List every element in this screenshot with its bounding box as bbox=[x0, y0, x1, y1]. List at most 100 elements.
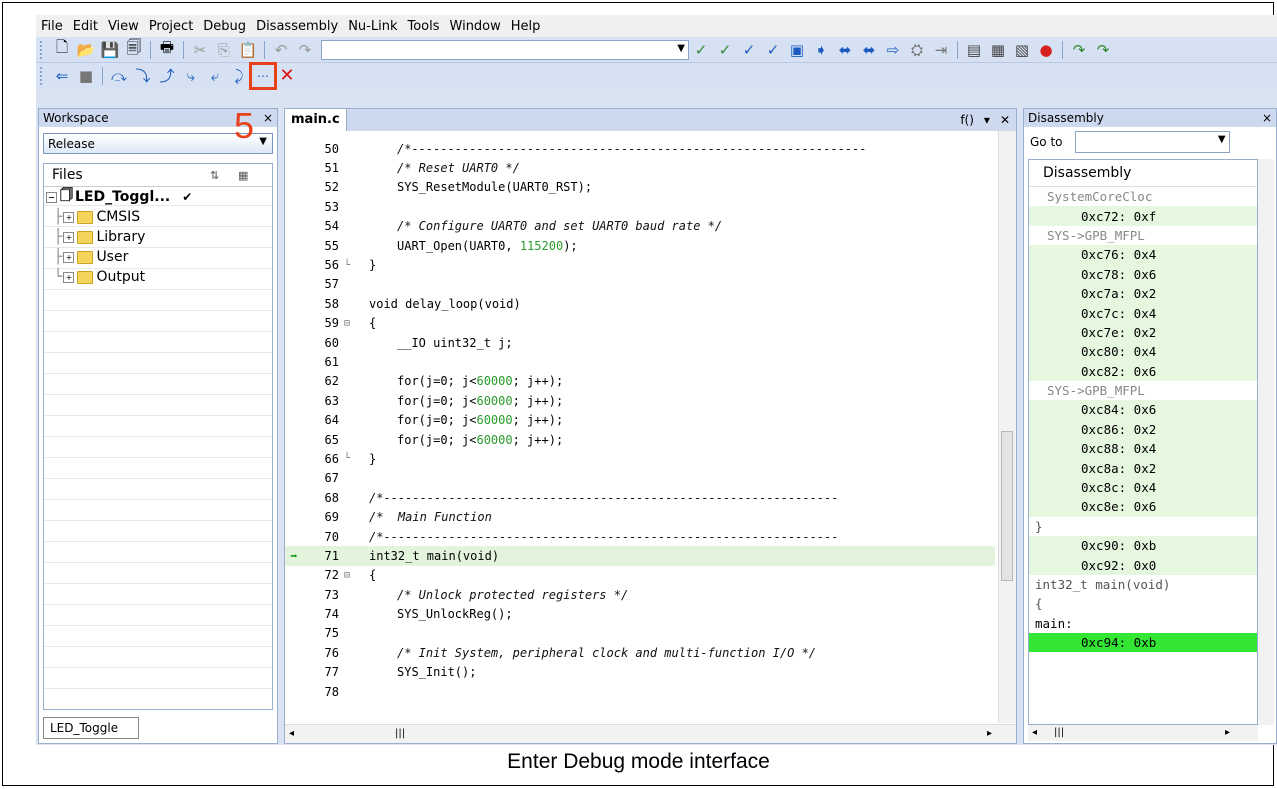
code-line[interactable]: 68 /*------------------------------------… bbox=[285, 488, 995, 507]
disassembly-row[interactable]: 0xc76: 0x4 bbox=[1029, 245, 1257, 265]
step-over-icon[interactable]: ↷ bbox=[1068, 39, 1090, 61]
menu-window[interactable]: Window bbox=[445, 19, 506, 34]
disassembly-row[interactable]: 0xc8e: 0x6 bbox=[1029, 497, 1257, 517]
code-line[interactable]: 67 bbox=[285, 469, 995, 488]
disassembly-row[interactable]: 0xc92: 0x0 bbox=[1029, 555, 1257, 575]
disassembly-row[interactable]: 0xc84: 0x6 bbox=[1029, 400, 1257, 420]
menu-debug[interactable]: Debug bbox=[198, 19, 251, 34]
tree-item-project[interactable]: − 🗍 LED_Toggl... ✔ bbox=[44, 187, 272, 207]
disassembly-row[interactable]: { bbox=[1029, 594, 1257, 613]
save-all-icon[interactable]: 🗐 bbox=[123, 38, 145, 61]
code-line[interactable]: 65 for(j=0; j<60000; j++); bbox=[285, 430, 995, 449]
menu-view[interactable]: View bbox=[103, 19, 144, 34]
current-instruction-row[interactable]: 0xc94: 0xb bbox=[1029, 632, 1257, 653]
expand-icon[interactable]: + bbox=[63, 211, 75, 223]
print-icon[interactable]: 🖶 bbox=[156, 38, 178, 61]
build-icon[interactable]: ⬌ bbox=[834, 39, 856, 61]
code-line[interactable]: 53 bbox=[285, 197, 995, 216]
stop-debug-icon[interactable]: ✕ bbox=[276, 65, 298, 87]
disassembly-row[interactable]: 0xc88: 0x4 bbox=[1029, 439, 1257, 459]
code-line[interactable]: 52 SYS_ResetModule(UART0_RST); bbox=[285, 178, 995, 197]
scroll-thumb[interactable] bbox=[1001, 431, 1013, 581]
disassembly-row[interactable]: 0xc78: 0x6 bbox=[1029, 264, 1257, 284]
menu-tools[interactable]: Tools bbox=[402, 19, 444, 34]
find-combo[interactable]: ▼ bbox=[321, 39, 689, 60]
step-into-icon[interactable]: ⤵ bbox=[132, 65, 154, 87]
horizontal-scrollbar[interactable]: ◂ ||| ▸ bbox=[1028, 725, 1258, 741]
disassembly-row[interactable]: 0xc7c: 0x4 bbox=[1029, 303, 1257, 323]
vertical-scrollbar[interactable] bbox=[998, 131, 1016, 723]
expand-icon[interactable]: + bbox=[63, 271, 75, 283]
disassembly-row[interactable]: int32_t main(void) bbox=[1029, 575, 1257, 594]
code-line[interactable]: 54 /* Configure UART0 and set UART0 baud … bbox=[285, 217, 995, 236]
code-line[interactable]: 63 for(j=0; j<60000; j++); bbox=[285, 391, 995, 410]
code-line[interactable]: 64 for(j=0; j<60000; j++); bbox=[285, 410, 995, 429]
save-icon[interactable]: 💾 bbox=[99, 39, 121, 61]
clear-bookmarks-icon[interactable]: ✓ bbox=[762, 39, 784, 61]
code-line[interactable]: 58 void delay_loop(void) bbox=[285, 294, 995, 313]
fold-icon[interactable]: └ bbox=[339, 453, 355, 464]
function-list[interactable]: f() bbox=[960, 113, 974, 127]
options-icon[interactable]: ▦ bbox=[238, 169, 248, 182]
code-line[interactable]: 55 UART_Open(UART0, 115200); bbox=[285, 236, 995, 255]
disassembly-row[interactable]: SystemCoreCloc bbox=[1029, 187, 1257, 206]
disassembly-row[interactable]: } bbox=[1029, 517, 1257, 536]
chevron-down-icon[interactable]: ▾ bbox=[984, 113, 990, 127]
code-line[interactable]: 70 /*------------------------------------… bbox=[285, 527, 995, 546]
expand-icon[interactable]: + bbox=[63, 231, 75, 243]
fold-icon[interactable]: ⊟ bbox=[339, 318, 355, 329]
code-line[interactable]: 51 /* Reset UART0 */ bbox=[285, 158, 995, 177]
disassembly-row[interactable]: 0xc80: 0x4 bbox=[1029, 342, 1257, 362]
code-line[interactable]: 75 bbox=[285, 624, 995, 643]
undo-icon[interactable]: ↶ bbox=[270, 39, 292, 61]
disassembly-row[interactable]: 0xc86: 0x2 bbox=[1029, 419, 1257, 440]
code-line[interactable]: 60 __IO uint32_t j; bbox=[285, 333, 995, 352]
close-icon[interactable]: ✕ bbox=[1000, 113, 1010, 127]
sort-icon[interactable]: ⇅ bbox=[210, 169, 219, 182]
fold-icon[interactable]: └ bbox=[339, 260, 355, 271]
halt-icon[interactable]: ■ bbox=[75, 65, 97, 87]
step-instruction-icon[interactable]: ⋯ bbox=[249, 61, 277, 90]
toolbar-grip[interactable] bbox=[40, 40, 46, 59]
menu-file[interactable]: File bbox=[36, 19, 68, 34]
redo-icon[interactable]: ↷ bbox=[294, 39, 316, 61]
breakpoint-icon[interactable]: ● bbox=[1035, 39, 1057, 61]
rebuild-icon[interactable]: ⬌ bbox=[858, 39, 880, 61]
current-line-arrow-icon[interactable]: ➡ bbox=[285, 549, 303, 563]
code-line[interactable]: 77 SYS_Init(); bbox=[285, 663, 995, 682]
menu-edit[interactable]: Edit bbox=[68, 19, 103, 34]
code-line[interactable]: 69 /* Main Function bbox=[285, 507, 995, 526]
disassembly-row[interactable]: SYS->GPB_MFPL bbox=[1029, 381, 1257, 400]
code-line[interactable]: 78 bbox=[285, 682, 995, 701]
tree-item-library[interactable]: ├ + Library bbox=[44, 227, 272, 247]
code-lines[interactable]: 50 /*------------------------------------… bbox=[285, 139, 995, 717]
disassembly-row[interactable]: main: bbox=[1029, 614, 1257, 633]
compile-icon[interactable]: ➧ bbox=[810, 39, 832, 61]
workspace-tab[interactable]: LED_Toggle bbox=[43, 717, 139, 739]
disassembly-row[interactable]: 0xc82: 0x6 bbox=[1029, 361, 1257, 381]
expand-icon[interactable]: + bbox=[63, 251, 75, 263]
close-icon[interactable]: × bbox=[1262, 111, 1272, 125]
scroll-grip-icon[interactable]: ||| bbox=[395, 728, 405, 739]
scroll-left-icon[interactable]: ◂ bbox=[1032, 727, 1037, 738]
disassembly-row[interactable]: 0xc72: 0xf bbox=[1029, 206, 1257, 226]
code-line[interactable]: 59 ⊟ { bbox=[285, 314, 995, 333]
show-next-statement-icon[interactable]: ⤸ bbox=[228, 65, 250, 87]
open-folder-icon[interactable]: 📂 bbox=[75, 39, 97, 61]
debug-icon[interactable]: ⇥ bbox=[930, 39, 952, 61]
chevron-down-icon[interactable]: ▼ bbox=[259, 136, 267, 147]
next-bookmark-icon[interactable]: ✓ bbox=[714, 39, 736, 61]
chevron-down-icon[interactable]: ▼ bbox=[1218, 134, 1226, 145]
code-line[interactable]: 61 bbox=[285, 352, 995, 371]
register-window-icon[interactable]: ▤ bbox=[963, 39, 985, 61]
menu-disassembly[interactable]: Disassembly bbox=[251, 19, 343, 34]
copy-icon[interactable]: ⎘ bbox=[213, 39, 235, 61]
new-file-icon[interactable]: 🗋 bbox=[51, 38, 73, 61]
code-line[interactable]: 56 └} bbox=[285, 255, 995, 274]
watch-window-icon[interactable]: ▧ bbox=[1011, 39, 1033, 61]
step-out-debug-icon[interactable]: ⤷ bbox=[180, 65, 202, 87]
scroll-left-icon[interactable]: ◂ bbox=[289, 728, 294, 739]
download-icon[interactable]: ⛭ bbox=[906, 39, 928, 61]
disassembly-list[interactable]: Disassembly SystemCoreCloc 0xc72: 0xf SYS-… bbox=[1028, 159, 1258, 725]
disassembly-row[interactable]: 0xc8c: 0x4 bbox=[1029, 477, 1257, 498]
